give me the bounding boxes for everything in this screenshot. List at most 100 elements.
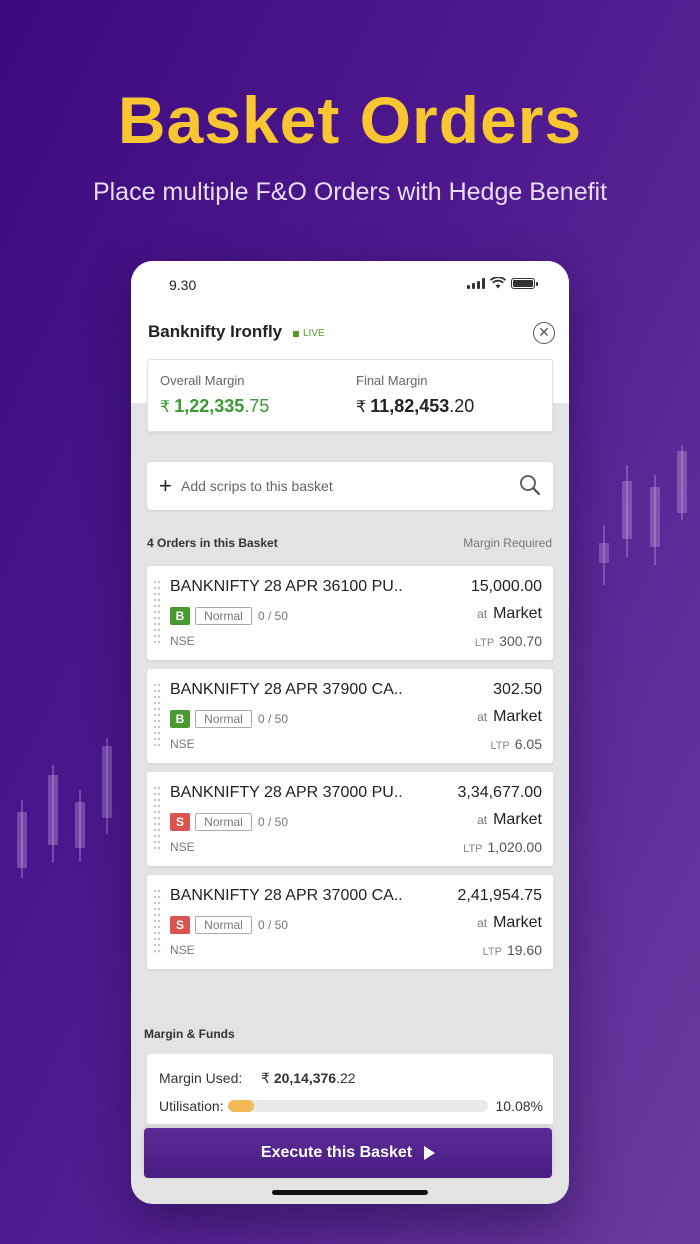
rupee-symbol: ₹ bbox=[261, 1070, 270, 1086]
ltp-label: LTP bbox=[490, 740, 510, 752]
order-ltp: LTP 1,020.00 bbox=[463, 839, 542, 855]
order-ltp: LTP 19.60 bbox=[483, 942, 542, 958]
at-label: at bbox=[477, 710, 488, 724]
hero-subtitle: Place multiple F&O Orders with Hedge Ben… bbox=[92, 178, 608, 206]
plus-icon: + bbox=[159, 473, 172, 498]
order-ltp: LTP 300.70 bbox=[475, 633, 542, 649]
order-name: BANKNIFTY 28 APR 36100 PU.. bbox=[170, 578, 403, 595]
overall-margin-main: 1,22,335 bbox=[174, 396, 245, 416]
orders-count-label: 4 Orders in this Basket bbox=[147, 536, 278, 550]
overall-margin: Overall Margin ₹1,22,335.75 bbox=[160, 373, 269, 417]
order-quantity: 0 / 50 bbox=[258, 815, 289, 829]
wifi-icon bbox=[490, 277, 506, 289]
execute-label: Execute this Basket bbox=[260, 1144, 413, 1161]
final-margin-decimal: .20 bbox=[449, 396, 475, 416]
drag-handle-icon[interactable] bbox=[153, 785, 161, 853]
order-quantity: 0 / 50 bbox=[258, 712, 289, 726]
ltp-value: 300.70 bbox=[499, 633, 542, 649]
sell-badge: S bbox=[170, 813, 190, 831]
order-quantity: 0 / 50 bbox=[258, 918, 289, 932]
order-name: BANKNIFTY 28 APR 37900 CA.. bbox=[170, 681, 403, 698]
execute-basket-button[interactable]: Execute this Basket bbox=[144, 1128, 552, 1178]
overall-margin-value: ₹1,22,335.75 bbox=[160, 396, 269, 417]
add-scrips-search[interactable]: + Add scrips to this basket bbox=[147, 462, 553, 510]
utilisation-progress-bar bbox=[228, 1100, 488, 1112]
order-exchange: NSE bbox=[170, 943, 195, 957]
drag-handle-icon[interactable] bbox=[153, 579, 161, 647]
basket-title: Banknifty Ironfly bbox=[148, 322, 283, 341]
sell-badge: S bbox=[170, 916, 190, 934]
order-exchange: NSE bbox=[170, 840, 195, 854]
order-name: BANKNIFTY 28 APR 37000 PU.. bbox=[170, 784, 403, 801]
ltp-value: 6.05 bbox=[514, 736, 542, 752]
status-icons bbox=[467, 277, 538, 289]
ltp-label: LTP bbox=[482, 946, 502, 958]
margin-used-value: ₹ 20,14,376.22 bbox=[261, 1070, 356, 1087]
order-price-type: at Market bbox=[477, 811, 542, 829]
margin-funds-header: Margin & Funds bbox=[144, 1027, 235, 1041]
margin-used-decimal: .22 bbox=[336, 1070, 356, 1086]
price-type-value: Market bbox=[493, 811, 542, 828]
order-price-type: at Market bbox=[477, 708, 542, 726]
final-margin: Final Margin ₹11,82,453.20 bbox=[356, 373, 474, 417]
order-margin: 3,34,677.00 bbox=[457, 784, 542, 801]
order-price-type: at Market bbox=[477, 605, 542, 623]
search-icon[interactable] bbox=[519, 474, 541, 496]
utilisation-label: Utilisation: bbox=[159, 1098, 224, 1114]
drag-handle-icon[interactable] bbox=[153, 888, 161, 956]
buy-badge: B bbox=[170, 710, 190, 728]
rupee-symbol: ₹ bbox=[160, 399, 171, 416]
hero-title: Basket Orders bbox=[117, 83, 583, 157]
margin-required-label: Margin Required bbox=[463, 536, 552, 550]
home-indicator[interactable] bbox=[272, 1190, 428, 1195]
order-card[interactable]: BANKNIFTY 28 APR 37000 CA.. 2,41,954.75 … bbox=[147, 875, 553, 969]
order-name: BANKNIFTY 28 APR 37000 CA.. bbox=[170, 887, 403, 904]
margin-used-label: Margin Used: bbox=[159, 1070, 243, 1086]
drag-handle-icon[interactable] bbox=[153, 682, 161, 750]
status-time: 9.30 bbox=[169, 277, 197, 293]
phone-screen: 9.30 Banknifty Ironfly LIVE ✕ Overall Ma… bbox=[131, 261, 569, 1204]
order-margin: 15,000.00 bbox=[470, 578, 542, 595]
at-label: at bbox=[477, 607, 488, 621]
ltp-label: LTP bbox=[463, 843, 483, 855]
ltp-value: 1,020.00 bbox=[487, 839, 543, 855]
final-margin-value: ₹11,82,453.20 bbox=[356, 396, 474, 417]
live-badge: LIVE bbox=[293, 328, 325, 339]
margin-funds-card: Margin Used: ₹ 20,14,376.22 Utilisation:… bbox=[147, 1054, 553, 1124]
overall-margin-label: Overall Margin bbox=[160, 373, 245, 388]
play-icon bbox=[424, 1146, 436, 1160]
buy-badge: B bbox=[170, 607, 190, 625]
at-label: at bbox=[477, 813, 488, 827]
order-type: Normal bbox=[195, 607, 252, 625]
final-margin-main: 11,82,453 bbox=[370, 396, 450, 416]
order-card[interactable]: BANKNIFTY 28 APR 36100 PU.. 15,000.00 B … bbox=[147, 566, 553, 660]
overall-margin-decimal: .75 bbox=[244, 396, 270, 416]
order-type: Normal bbox=[195, 813, 252, 831]
live-indicator-icon bbox=[293, 330, 299, 337]
ltp-value: 19.60 bbox=[506, 942, 542, 958]
order-card[interactable]: BANKNIFTY 28 APR 37000 PU.. 3,34,677.00 … bbox=[147, 772, 553, 866]
signal-icon bbox=[467, 277, 485, 289]
close-button[interactable]: ✕ bbox=[533, 322, 555, 344]
order-exchange: NSE bbox=[170, 737, 195, 751]
order-exchange: NSE bbox=[170, 634, 195, 648]
utilisation-progress-fill bbox=[228, 1100, 255, 1112]
order-card[interactable]: BANKNIFTY 28 APR 37900 CA.. 302.50 B Nor… bbox=[147, 669, 553, 763]
live-label: LIVE bbox=[303, 328, 325, 339]
utilisation-percent: 10.08% bbox=[495, 1098, 543, 1114]
price-type-value: Market bbox=[493, 914, 542, 931]
order-type: Normal bbox=[195, 710, 252, 728]
battery-icon bbox=[511, 277, 538, 289]
at-label: at bbox=[477, 916, 488, 930]
order-price-type: at Market bbox=[477, 914, 542, 932]
order-margin: 302.50 bbox=[493, 681, 542, 698]
price-type-value: Market bbox=[493, 605, 542, 622]
order-type: Normal bbox=[195, 916, 252, 934]
search-placeholder: Add scrips to this basket bbox=[181, 478, 333, 494]
close-icon: ✕ bbox=[538, 324, 550, 340]
order-quantity: 0 / 50 bbox=[258, 609, 289, 623]
final-margin-label: Final Margin bbox=[356, 373, 428, 388]
order-ltp: LTP 6.05 bbox=[490, 736, 542, 752]
margin-summary-card: Overall Margin ₹1,22,335.75 Final Margin… bbox=[147, 359, 553, 432]
order-margin: 2,41,954.75 bbox=[457, 887, 542, 904]
